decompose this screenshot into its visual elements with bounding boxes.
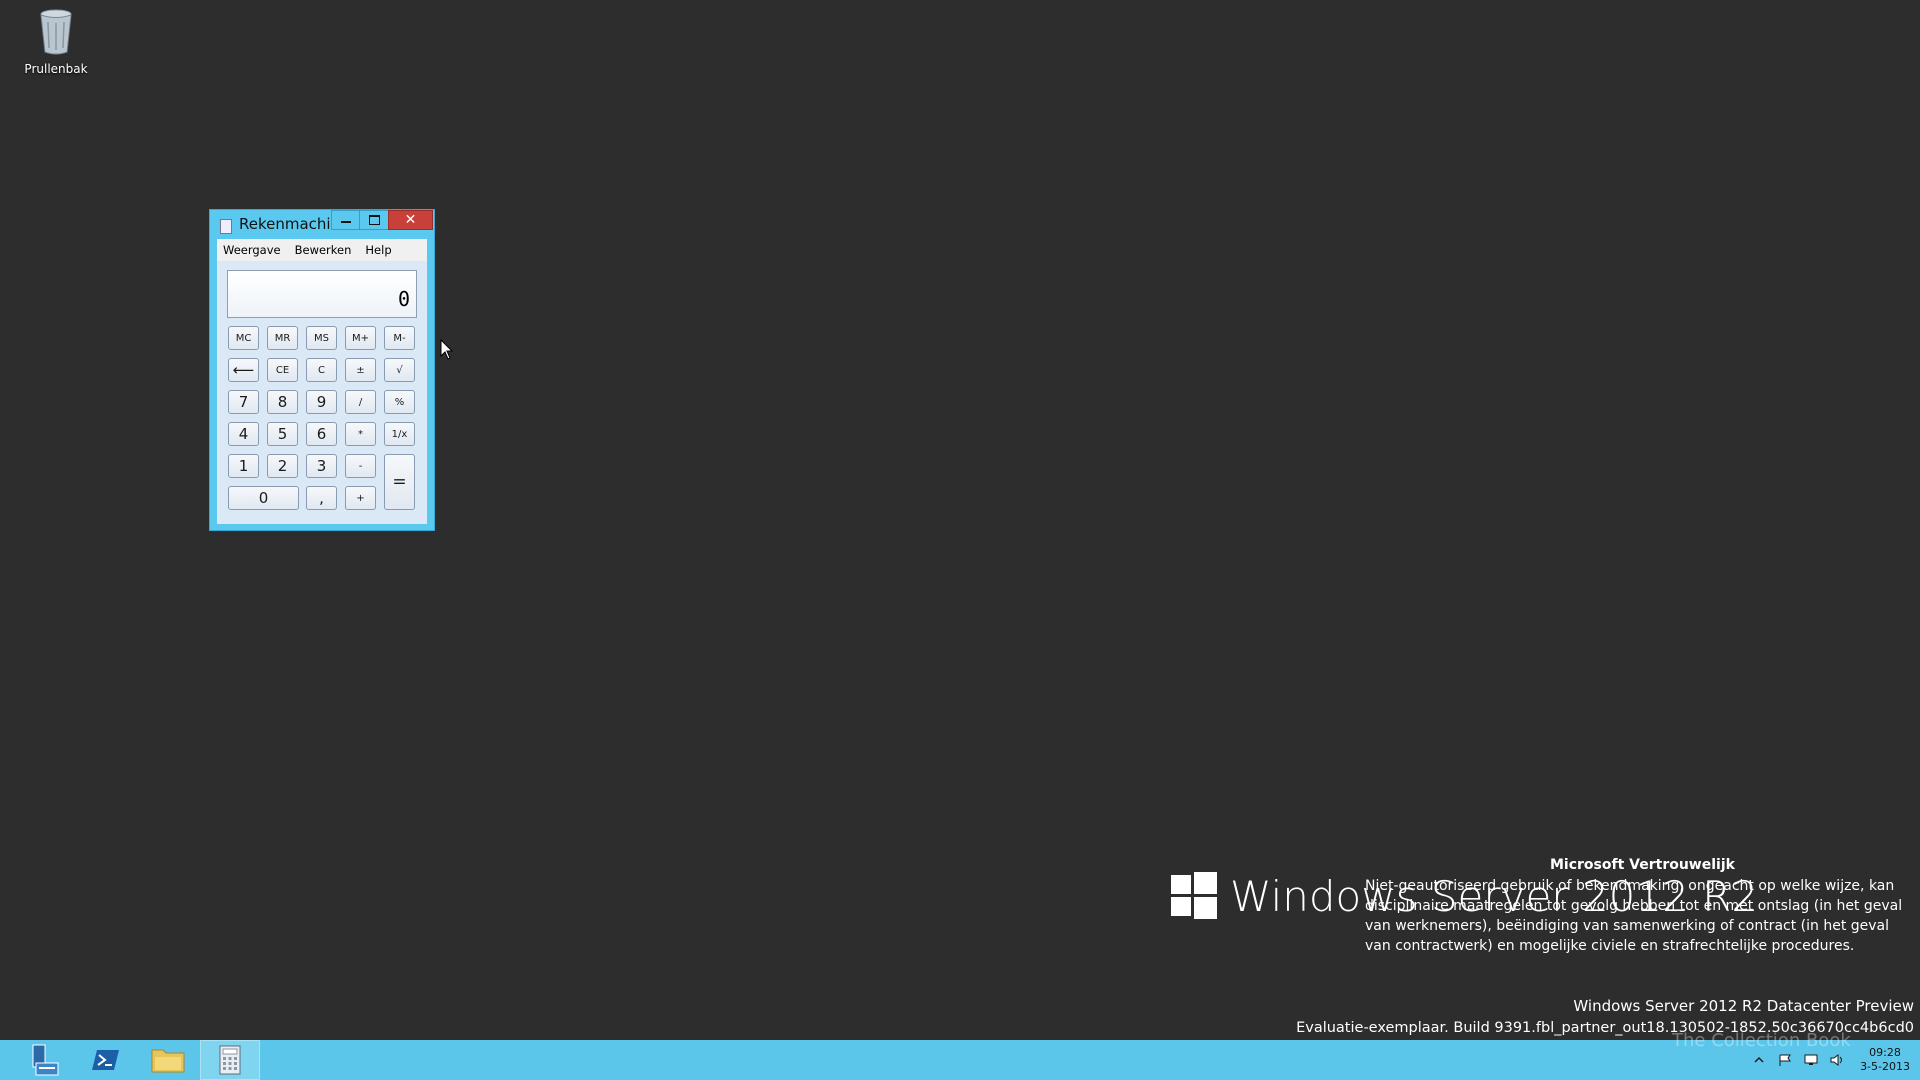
window-title: Rekenmachi...	[239, 215, 339, 233]
digit-5-button[interactable]: 5	[267, 422, 298, 446]
memory-recall-button[interactable]: MR	[267, 326, 298, 350]
digit-7-button[interactable]: 7	[228, 390, 259, 414]
clear-button[interactable]: C	[306, 358, 337, 382]
subtract-button[interactable]: -	[345, 454, 376, 478]
folder-icon	[151, 1049, 185, 1073]
maximize-button[interactable]	[359, 210, 389, 230]
mouse-pointer-icon	[440, 339, 454, 360]
percent-button[interactable]: %	[384, 390, 415, 414]
calculator-display: 0	[227, 270, 417, 318]
calculator-icon	[219, 1045, 241, 1075]
confidential-notice: Niet-geautoriseerd gebruik of bekendmaki…	[1365, 878, 1903, 954]
digit-3-button[interactable]: 3	[306, 454, 337, 478]
show-hidden-icons-icon[interactable]	[1752, 1054, 1766, 1066]
display-value: 0	[397, 287, 410, 311]
menu-bewerken[interactable]: Bewerken	[295, 243, 352, 257]
digit-4-button[interactable]: 4	[228, 422, 259, 446]
memory-add-button[interactable]: M+	[345, 326, 376, 350]
digit-8-button[interactable]: 8	[267, 390, 298, 414]
flag-icon[interactable]	[1778, 1054, 1792, 1066]
edition-text: Windows Server 2012 R2 Datacenter Previe…	[1573, 997, 1914, 1015]
calculator-client-area: Weergave Bewerken Help 0 MC MR MS M+ M- …	[217, 239, 427, 524]
watermark-text: The Collection Book	[1672, 1030, 1851, 1051]
equals-button[interactable]: =	[384, 454, 415, 510]
reciprocal-button[interactable]: 1/x	[384, 422, 415, 446]
digit-0-button[interactable]: 0	[228, 486, 299, 510]
server-manager-icon	[32, 1044, 59, 1076]
volume-icon[interactable]	[1830, 1054, 1844, 1066]
taskbar-file-explorer[interactable]	[138, 1040, 198, 1080]
square-root-button[interactable]: √	[384, 358, 415, 382]
memory-store-button[interactable]: MS	[306, 326, 337, 350]
negate-button[interactable]: ±	[345, 358, 376, 382]
calculator-window[interactable]: Rekenmachi... ✕ Weergave Bewerken Help 0…	[209, 209, 435, 531]
powershell-icon	[92, 1050, 119, 1070]
multiply-button[interactable]: *	[345, 422, 376, 446]
memory-subtract-button[interactable]: M-	[384, 326, 415, 350]
decimal-button[interactable]: ,	[306, 486, 337, 510]
calculator-app-icon	[220, 219, 232, 234]
taskbar-powershell[interactable]	[76, 1040, 136, 1080]
digit-1-button[interactable]: 1	[228, 454, 259, 478]
recycle-bin-shortcut[interactable]: Prullenbak	[20, 6, 92, 76]
minimize-button[interactable]	[331, 210, 360, 230]
windows-logo-icon	[1171, 872, 1217, 919]
minimize-icon	[340, 221, 351, 223]
memory-clear-button[interactable]: MC	[228, 326, 259, 350]
close-button[interactable]: ✕	[388, 210, 433, 230]
taskbar-server-manager[interactable]	[14, 1040, 74, 1080]
menu-help[interactable]: Help	[365, 243, 391, 257]
title-bar[interactable]: Rekenmachi... ✕	[210, 210, 434, 238]
digit-2-button[interactable]: 2	[267, 454, 298, 478]
taskbar-calculator[interactable]	[200, 1040, 260, 1080]
menu-bar: Weergave Bewerken Help	[217, 239, 427, 261]
add-button[interactable]: +	[345, 486, 376, 510]
network-icon[interactable]	[1804, 1054, 1818, 1066]
maximize-icon	[368, 215, 380, 225]
backspace-button[interactable]: ⟵	[228, 358, 259, 382]
divide-button[interactable]: /	[345, 390, 376, 414]
clock-date: 3-5-2013	[1860, 1060, 1910, 1073]
clear-entry-button[interactable]: CE	[267, 358, 298, 382]
recycle-bin-label: Prullenbak	[24, 62, 88, 76]
close-icon: ✕	[404, 212, 417, 228]
digit-6-button[interactable]: 6	[306, 422, 337, 446]
recycle-bin-icon	[40, 9, 72, 55]
clock[interactable]: 09:28 3-5-2013	[1860, 1046, 1910, 1074]
confidential-title: Microsoft Vertrouwelijk	[1550, 857, 1735, 873]
menu-weergave[interactable]: Weergave	[223, 243, 281, 257]
digit-9-button[interactable]: 9	[306, 390, 337, 414]
clock-time: 09:28	[1869, 1046, 1901, 1059]
taskbar: 09:28 3-5-2013	[0, 1040, 1920, 1080]
